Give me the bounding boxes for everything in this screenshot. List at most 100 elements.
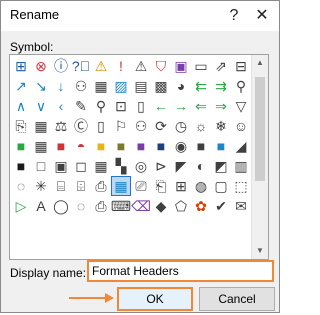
black-square-icon[interactable]: ■ bbox=[11, 156, 31, 176]
contrast-icon[interactable]: ◐ bbox=[191, 156, 211, 176]
letter-a-icon[interactable]: A bbox=[31, 196, 51, 216]
scroll-up-icon[interactable]: ▲ bbox=[252, 55, 268, 71]
arrow-back-icon[interactable]: ⇐ bbox=[191, 96, 211, 116]
refresh-icon[interactable]: ⟳ bbox=[151, 116, 171, 136]
symbol-picker[interactable]: ⊞ ⊗ ⓘ ?⃝ ⚠! ⚠ ⛉ ▣ ▭ ⇗ ⊟ ↗ ↘ ↓ ⚇ ▦ ▨ ▤ ▩ ◕ ⇇ ⇉ ⚲ ∧ ∨ ‹ ✎ ⚲ ⊡ ▯ ← → ⇐ ⇒ ▽ ⎘ ▦ ⚖… bbox=[9, 54, 269, 260]
database-icon[interactable]: ⌹ bbox=[71, 176, 91, 196]
calculator-icon[interactable]: ▦ bbox=[31, 116, 51, 136]
piggy-bank-icon[interactable]: ◓ bbox=[71, 136, 91, 156]
arrows-right-icon[interactable]: ⇉ bbox=[211, 76, 231, 96]
stack-icon[interactable]: ⎚ bbox=[131, 176, 151, 196]
funnel-icon[interactable]: ▽ bbox=[231, 96, 251, 116]
people-icon[interactable]: ⚇ bbox=[71, 76, 91, 96]
close-button[interactable]: ✕ bbox=[251, 5, 273, 27]
table-icon[interactable]: ▦ bbox=[31, 136, 51, 156]
ribbon-icon[interactable]: ⚐ bbox=[111, 116, 131, 136]
hierarchy-icon[interactable]: ⊟ bbox=[231, 56, 251, 76]
copyright-icon[interactable]: Ⓒ bbox=[71, 116, 91, 136]
slope-icon[interactable]: ◤ bbox=[171, 156, 191, 176]
display-name-input[interactable] bbox=[87, 260, 274, 282]
pages-icon[interactable]: ⎗ bbox=[151, 176, 171, 196]
arrow-forward-icon[interactable]: ⇒ bbox=[211, 96, 231, 116]
scroll-down-icon[interactable]: ▼ bbox=[252, 243, 268, 259]
sphere-icon[interactable]: ◯ bbox=[51, 196, 71, 216]
mail-icon[interactable]: ✉ bbox=[231, 196, 251, 216]
snowflake-icon[interactable]: ❄ bbox=[211, 116, 231, 136]
arrow-down-icon[interactable]: ↓ bbox=[51, 76, 71, 96]
play-icon[interactable]: ▷ bbox=[11, 196, 31, 216]
eye-icon[interactable]: ◉ bbox=[171, 136, 191, 156]
half-square-icon[interactable]: ◩ bbox=[211, 156, 231, 176]
chat-icon[interactable]: ◌ bbox=[11, 176, 31, 196]
purple-square-icon[interactable]: ■ bbox=[131, 136, 151, 156]
balance-icon[interactable]: ⚖ bbox=[51, 116, 71, 136]
dark-blue-square-icon[interactable]: ■ bbox=[151, 136, 171, 156]
paste-icon[interactable]: ⎘ bbox=[11, 116, 31, 136]
triangle-icon[interactable]: ◢ bbox=[231, 136, 251, 156]
bars-icon[interactable]: ▥ bbox=[231, 156, 251, 176]
checker-icon[interactable]: ▚ bbox=[111, 156, 131, 176]
arrow-down-right-icon[interactable]: ↘ bbox=[31, 76, 51, 96]
frame-outline-icon[interactable]: ▢ bbox=[211, 176, 231, 196]
arrows-left-icon[interactable]: ⇇ bbox=[191, 76, 211, 96]
shield-icon[interactable]: ⛉ bbox=[151, 56, 171, 76]
cylinder-icon[interactable]: ⌸ bbox=[51, 176, 71, 196]
text-box-icon[interactable]: ▯ bbox=[131, 96, 151, 116]
office-icon[interactable]: ✿ bbox=[191, 196, 211, 216]
help-icon[interactable]: ?⃝ bbox=[71, 56, 91, 76]
chevron-left-icon[interactable]: ‹ bbox=[51, 96, 71, 116]
share-icon[interactable]: ⇗ bbox=[211, 56, 231, 76]
info-icon[interactable]: ⓘ bbox=[51, 56, 71, 76]
table-filled-icon[interactable]: ▦ bbox=[111, 176, 131, 196]
diamond-icon[interactable]: ◆ bbox=[151, 196, 171, 216]
code-icon[interactable]: ⌨ bbox=[111, 196, 131, 216]
save-icon[interactable]: ▣ bbox=[171, 56, 191, 76]
ruler-icon[interactable]: ▦ bbox=[91, 76, 111, 96]
chevron-down-icon[interactable]: ∨ bbox=[31, 96, 51, 116]
arrow-left-icon[interactable]: ← bbox=[151, 96, 171, 116]
yellow-square-icon[interactable]: ■ bbox=[91, 136, 111, 156]
play-circle-icon[interactable]: ⊳ bbox=[151, 156, 171, 176]
pin-icon[interactable]: ✎ bbox=[71, 96, 91, 116]
image-icon[interactable]: ▨ bbox=[111, 76, 131, 96]
olive-square-icon[interactable]: ■ bbox=[111, 136, 131, 156]
person-icon[interactable]: ⚇ bbox=[131, 116, 151, 136]
green-square-icon[interactable]: ■ bbox=[11, 136, 31, 156]
documents-icon[interactable]: ⎙ bbox=[91, 176, 111, 196]
target-icon[interactable]: ◎ bbox=[131, 156, 151, 176]
grid-icon[interactable]: ▦ bbox=[91, 156, 111, 176]
square-outline-icon[interactable]: □ bbox=[31, 156, 51, 176]
help-button[interactable]: ? bbox=[223, 5, 245, 27]
document-icon[interactable]: ▭ bbox=[191, 56, 211, 76]
check-icon[interactable]: ✔ bbox=[211, 196, 231, 216]
pushpin-icon[interactable]: ⚲ bbox=[91, 96, 111, 116]
dotted-circle-icon[interactable]: ◌ bbox=[71, 196, 91, 216]
cube-icon[interactable]: ⬚ bbox=[231, 176, 251, 196]
time-icon[interactable]: ◷ bbox=[171, 116, 191, 136]
cancel-button[interactable]: Cancel bbox=[199, 287, 275, 311]
spider-icon[interactable]: ✳ bbox=[31, 176, 51, 196]
globe-icon[interactable]: ◍ bbox=[191, 176, 211, 196]
arrow-up-right-icon[interactable]: ↗ bbox=[11, 76, 31, 96]
blue-square-icon[interactable]: ■ bbox=[211, 136, 231, 156]
smile-icon[interactable]: ☺ bbox=[231, 116, 251, 136]
filter-icon[interactable]: ⚲ bbox=[231, 76, 251, 96]
alert-icon[interactable]: ! bbox=[111, 56, 131, 76]
dark-square-icon[interactable]: ■ bbox=[191, 136, 211, 156]
shapes-icon[interactable]: ⬠ bbox=[171, 196, 191, 216]
eraser-icon[interactable]: ⌫ bbox=[131, 196, 151, 216]
arrow-right-icon[interactable]: → bbox=[171, 96, 191, 116]
frame-icon[interactable]: ▣ bbox=[51, 156, 71, 176]
sitemap-icon[interactable]: ⊞ bbox=[11, 56, 31, 76]
red-square-icon[interactable]: ■ bbox=[51, 136, 71, 156]
chart-icon[interactable]: ⊞ bbox=[171, 176, 191, 196]
symbol-scrollbar[interactable]: ▲ ▼ bbox=[251, 55, 268, 259]
palette-icon[interactable]: ◕ bbox=[171, 76, 191, 96]
warning-outline-icon[interactable]: ⚠ bbox=[131, 56, 151, 76]
ok-button[interactable]: OK bbox=[117, 287, 193, 311]
mobile-icon[interactable]: ▯ bbox=[91, 116, 111, 136]
sun-icon[interactable]: ☼ bbox=[191, 116, 211, 136]
photos-icon[interactable]: ▩ bbox=[151, 76, 171, 96]
picture-icon[interactable]: ▤ bbox=[131, 76, 151, 96]
error-icon[interactable]: ⊗ bbox=[31, 56, 51, 76]
